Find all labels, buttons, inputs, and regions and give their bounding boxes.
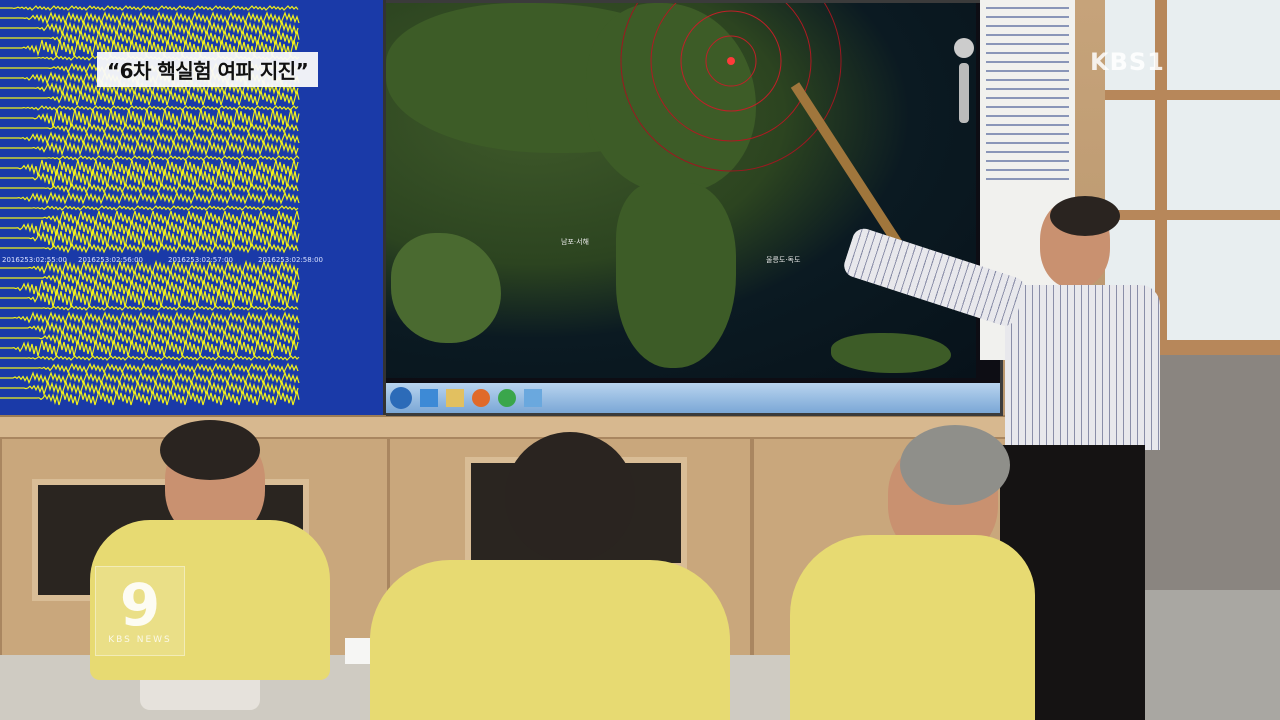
data-row	[986, 169, 1069, 171]
seismo-trace	[0, 155, 300, 161]
seismo-trace	[0, 182, 299, 194]
seismo-trace	[0, 11, 300, 25]
data-row	[986, 16, 1069, 18]
data-row	[986, 115, 1069, 117]
official-hair	[160, 420, 260, 480]
epicenter-ring	[650, 3, 812, 142]
seismo-trace	[0, 5, 299, 11]
seismo-timestamp: 2016253:02:56:00	[78, 256, 143, 264]
news-program-sub: KBS NEWS	[108, 635, 172, 645]
data-row	[986, 106, 1069, 108]
seismo-trace	[0, 105, 299, 111]
data-row	[986, 25, 1069, 27]
presenter-shirt	[1005, 285, 1160, 450]
map-label: 울릉도·독도	[766, 256, 801, 264]
data-row	[986, 61, 1069, 63]
presenter-hair	[1050, 196, 1120, 236]
seismo-timestamp: 2016253:02:57:00	[168, 256, 233, 264]
start-button[interactable]	[390, 387, 412, 409]
seismo-timestamp: 2016253:02:55:00	[2, 256, 67, 264]
seismo-trace	[0, 362, 299, 374]
seismo-trace	[0, 242, 299, 254]
official-hair	[900, 425, 1010, 505]
taskbar-app-icon[interactable]	[472, 389, 490, 407]
seismo-trace	[0, 131, 300, 145]
taskbar-app-icon[interactable]	[446, 389, 464, 407]
data-row	[986, 160, 1069, 162]
seismo-trace	[0, 191, 300, 205]
seismo-trace	[0, 288, 300, 308]
map-zoom-slider[interactable]	[959, 63, 969, 123]
seismo-trace	[0, 159, 299, 177]
seismo-trace	[0, 122, 299, 134]
news-caption: “6차 핵실험 여파 지진”	[97, 52, 319, 87]
data-row	[986, 79, 1069, 81]
epicenter-marker	[727, 57, 735, 65]
data-row	[986, 142, 1069, 144]
window-frame	[1105, 210, 1280, 220]
data-row	[986, 88, 1069, 90]
seismo-trace	[0, 139, 299, 157]
map-label: 남포·서해	[561, 238, 589, 246]
seismo-trace	[0, 319, 299, 337]
official-head-back	[505, 432, 635, 562]
data-row	[986, 34, 1069, 36]
data-row	[986, 7, 1069, 9]
map-screen: 남포·서해 울릉도·독도	[386, 0, 1003, 416]
official-jacket	[790, 535, 1035, 720]
data-row	[986, 97, 1069, 99]
data-row	[986, 178, 1069, 180]
data-row	[986, 133, 1069, 135]
data-row	[986, 52, 1069, 54]
data-row	[986, 43, 1069, 45]
seismo-trace	[0, 205, 299, 211]
seismo-trace	[0, 228, 300, 248]
news-program-logo: 9 KBS NEWS	[95, 566, 185, 656]
seismo-trace	[0, 379, 299, 397]
seismo-trace	[0, 355, 300, 361]
news-program-number: 9	[119, 571, 161, 639]
data-row	[986, 70, 1069, 72]
seismo-trace	[0, 371, 300, 385]
data-row	[986, 151, 1069, 153]
epicenter-ring	[620, 3, 842, 172]
taskbar-app-icon[interactable]	[524, 389, 542, 407]
seismo-trace	[0, 90, 300, 106]
seismo-trace	[0, 168, 300, 188]
window-frame	[1105, 90, 1280, 100]
satellite-map: 남포·서해 울릉도·독도	[386, 3, 976, 378]
taskbar-app-icon[interactable]	[420, 389, 438, 407]
seismo-trace	[0, 108, 300, 128]
broadcaster-logo: KBS1	[1090, 48, 1165, 76]
seismo-timestamp: 2016253:02:58:00	[258, 256, 323, 264]
data-row	[986, 124, 1069, 126]
epicenter-rings	[620, 3, 842, 172]
map-zoom-control[interactable]	[954, 38, 974, 58]
seismo-trace	[0, 19, 299, 37]
windows-taskbar	[386, 383, 1000, 413]
seismo-trace	[0, 305, 299, 311]
seismo-trace	[0, 311, 300, 325]
official-jacket	[370, 560, 730, 720]
taskbar-app-icon[interactable]	[498, 389, 516, 407]
